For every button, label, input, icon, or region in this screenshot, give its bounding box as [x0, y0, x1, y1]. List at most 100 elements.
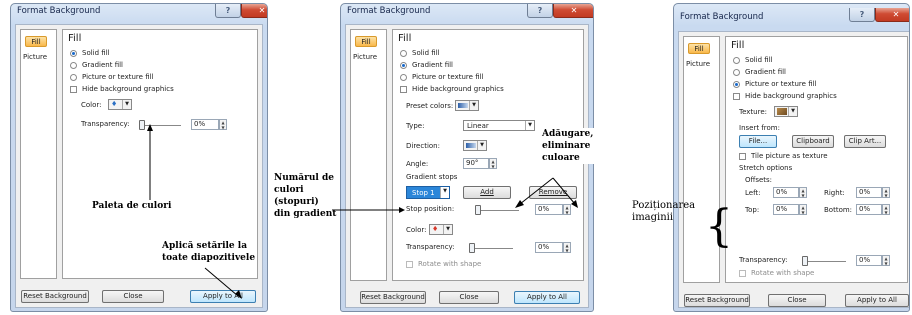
chevron-down-icon: ▼ — [122, 100, 131, 109]
offset-top-spinner[interactable]: ▲ ▼ — [799, 204, 807, 215]
hide-background-checkbox[interactable] — [70, 86, 77, 93]
stretch-options-label: Stretch options — [739, 164, 793, 172]
apply-to-all-button[interactable]: Apply to All — [190, 290, 256, 303]
chevron-down-icon: ▼ — [525, 121, 534, 130]
annotation-apply-line: Aplică setările la — [162, 241, 248, 251]
annotation-apply-line: toate diapozitivele — [162, 253, 256, 263]
solid-fill-radio[interactable] — [400, 50, 407, 57]
direction-dropdown[interactable]: ▼ — [463, 140, 487, 151]
preset-colors-dropdown[interactable]: ▼ — [455, 100, 479, 111]
transparency-spinner[interactable]: ▲ ▼ — [882, 255, 890, 266]
color-dropdown[interactable]: ♦ ▼ — [108, 99, 132, 110]
close-window-button[interactable]: ✕ — [875, 8, 909, 22]
reset-background-button[interactable]: Reset Background — [21, 290, 89, 303]
gradient-fill-radio[interactable] — [733, 69, 740, 76]
stop-position-slider[interactable] — [475, 210, 519, 211]
apply-to-all-button[interactable]: Apply to All — [514, 291, 580, 304]
angle-label: Angle: — [406, 160, 429, 168]
tab-picture[interactable]: Picture — [686, 59, 710, 70]
texture-label: Texture: — [739, 108, 767, 116]
tab-fill[interactable]: Fill — [25, 36, 47, 47]
gradient-fill-label: Gradient fill — [82, 61, 123, 69]
reset-background-button[interactable]: Reset Background — [684, 294, 750, 307]
add-stop-button[interactable]: Add — [463, 186, 511, 199]
stop-position-thumb[interactable] — [475, 205, 481, 215]
clipboard-button[interactable]: Clipboard — [792, 135, 834, 148]
gradient-fill-radio[interactable] — [400, 62, 407, 69]
help-button[interactable]: ? — [527, 4, 553, 18]
transparency-spinner[interactable]: ▲ ▼ — [219, 119, 227, 130]
close-window-button[interactable]: ✕ — [553, 4, 593, 18]
tab-fill[interactable]: Fill — [355, 36, 377, 47]
close-window-button[interactable]: ✕ — [241, 4, 267, 18]
file-button[interactable]: File... — [739, 135, 777, 148]
transparency-slider-thumb[interactable] — [139, 120, 145, 130]
transparency-label: Transparency: — [406, 243, 455, 251]
gradient-fill-radio[interactable] — [70, 62, 77, 69]
transparency-input[interactable]: 0% — [535, 242, 563, 253]
picture-fill-radio[interactable] — [400, 74, 407, 81]
transparency-spinner[interactable]: ▲ ▼ — [563, 242, 571, 253]
hide-background-label: Hide background graphics — [745, 92, 837, 100]
stop-position-spinner[interactable]: ▲ ▼ — [563, 204, 571, 215]
tab-picture[interactable]: Picture — [353, 52, 377, 63]
offset-left-input[interactable]: 0% — [773, 187, 799, 198]
transparency-slider-thumb[interactable] — [802, 256, 808, 266]
transparency-slider-thumb[interactable] — [469, 243, 475, 253]
offset-right-spinner[interactable]: ▲ ▼ — [882, 187, 890, 198]
category-list: Fill Picture — [350, 29, 387, 281]
type-dropdown[interactable]: Linear ▼ — [463, 120, 535, 131]
close-button[interactable]: Close — [102, 290, 164, 303]
annotation-position: Poziționarea imaginii — [632, 200, 695, 224]
dialog-body: Fill Picture Fill Solid fill Gradient fi… — [678, 31, 909, 308]
offset-right-input[interactable]: 0% — [856, 187, 882, 198]
transparency-slider[interactable] — [802, 261, 846, 262]
tab-picture[interactable]: Picture — [23, 52, 47, 63]
reset-background-button[interactable]: Reset Background — [360, 291, 426, 304]
transparency-slider[interactable] — [139, 125, 181, 126]
help-button[interactable]: ? — [215, 4, 241, 18]
solid-fill-radio[interactable] — [733, 57, 740, 64]
stop-value: Stop 1 — [412, 189, 435, 197]
rotate-with-shape-checkbox[interactable] — [406, 261, 413, 268]
remove-stop-label: Remove — [538, 188, 568, 196]
chevron-down-icon: ▼ — [469, 101, 478, 110]
offsets-brace: { — [705, 201, 733, 252]
remove-stop-button[interactable]: Remove — [529, 186, 577, 199]
offset-left-spinner[interactable]: ▲ ▼ — [799, 187, 807, 198]
picture-fill-radio[interactable] — [733, 81, 740, 88]
tile-picture-checkbox[interactable] — [739, 153, 746, 160]
hide-background-checkbox[interactable] — [733, 93, 740, 100]
hide-background-checkbox[interactable] — [400, 86, 407, 93]
tile-picture-label: Tile picture as texture — [751, 152, 828, 160]
stop-dropdown[interactable]: Stop 1 ▼ — [406, 186, 450, 199]
clip-art-button[interactable]: Clip Art... — [844, 135, 886, 148]
transparency-slider[interactable] — [469, 248, 513, 249]
rotate-with-shape-label: Rotate with shape — [418, 260, 482, 268]
apply-to-all-button[interactable]: Apply to All — [845, 294, 909, 307]
chevron-down-icon: ▼ — [443, 225, 452, 234]
offset-top-input[interactable]: 0% — [773, 204, 799, 215]
category-list: Fill Picture — [20, 29, 57, 279]
angle-input[interactable]: 90° — [463, 158, 489, 169]
format-background-dialog-solid: Format Background ? ✕ Fill Picture Fill … — [10, 3, 268, 312]
help-button[interactable]: ? — [849, 8, 875, 22]
solid-fill-radio[interactable] — [70, 50, 77, 57]
offset-bottom-input[interactable]: 0% — [856, 204, 882, 215]
offset-right-label: Right: — [824, 189, 845, 197]
texture-dropdown[interactable]: ▼ — [774, 106, 798, 117]
stop-position-input[interactable]: 0% — [535, 204, 563, 215]
tab-fill[interactable]: Fill — [688, 43, 710, 54]
close-button[interactable]: Close — [768, 294, 826, 307]
picture-fill-radio[interactable] — [70, 74, 77, 81]
angle-spinner[interactable]: ▲ ▼ — [489, 158, 497, 169]
transparency-input[interactable]: 0% — [191, 119, 219, 130]
annotation-apply: Aplică setările la toate diapozitivele — [160, 240, 258, 264]
color-dropdown[interactable]: ♦ ▼ — [429, 224, 453, 235]
offset-bottom-spinner[interactable]: ▲ ▼ — [882, 204, 890, 215]
close-button[interactable]: Close — [439, 291, 499, 304]
rotate-with-shape-checkbox[interactable] — [739, 270, 746, 277]
chevron-down-icon: ▼ — [440, 187, 449, 198]
transparency-input[interactable]: 0% — [856, 255, 882, 266]
color-label: Color: — [406, 226, 427, 234]
